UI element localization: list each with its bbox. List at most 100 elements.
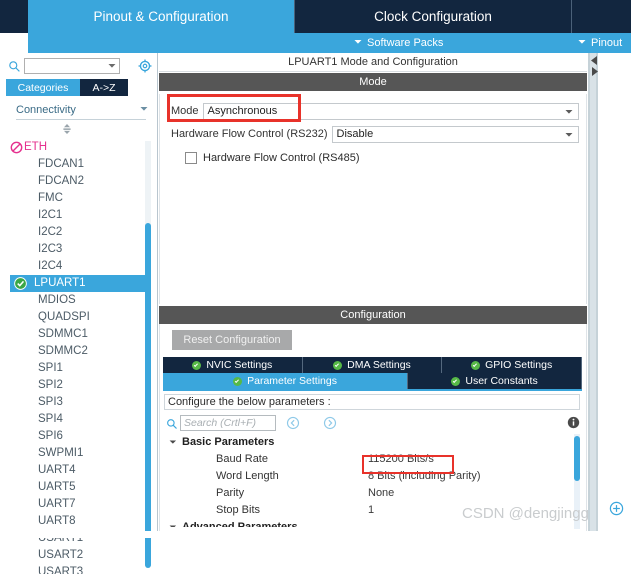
panel-title: LPUART1 Mode and Configuration bbox=[159, 53, 587, 72]
configuration-section-header: Configuration bbox=[159, 306, 587, 324]
chevron-down-icon: ⏷ bbox=[578, 37, 586, 48]
arrow-left-circle-icon[interactable] bbox=[286, 416, 300, 430]
sidebar-item-i2c3[interactable]: I2C3 bbox=[10, 241, 146, 258]
check-circle-icon bbox=[192, 360, 202, 370]
sidebar-scrollbar-thumb[interactable] bbox=[145, 223, 151, 568]
sidebar-item-usart2[interactable]: USART2 bbox=[10, 547, 146, 564]
parameter-value[interactable]: 8 Bits (including Parity) bbox=[368, 468, 481, 485]
sidebar-item-fdcan1[interactable]: FDCAN1 bbox=[10, 156, 146, 173]
rs485-row[interactable]: Hardware Flow Control (RS485) bbox=[185, 150, 360, 166]
tab-parameter-settings[interactable]: Parameter Settings bbox=[163, 373, 409, 389]
sidebar-item-spi1[interactable]: SPI1 bbox=[10, 360, 146, 377]
chevron-down-icon[interactable]: ⏷ bbox=[167, 519, 179, 527]
sidebar-item-uart8[interactable]: UART8 bbox=[10, 513, 146, 530]
tab-overflow-area[interactable] bbox=[572, 0, 631, 33]
subbar-left-stub bbox=[0, 33, 28, 53]
sidebar-search-input[interactable]: ⏷ bbox=[24, 58, 120, 74]
sidebar-item-fmc[interactable]: FMC bbox=[10, 190, 146, 207]
sidebar-view-tabs: Categories A->Z bbox=[6, 79, 156, 96]
group-connectivity[interactable]: Connectivity ⏷ bbox=[16, 101, 148, 119]
arrow-right-circle-icon[interactable] bbox=[323, 416, 337, 430]
parameter-search-input[interactable]: Search (Crtl+F) bbox=[180, 415, 276, 431]
sidebar-item-sdmmc2[interactable]: SDMMC2 bbox=[10, 343, 146, 360]
sidebar-item-uart5[interactable]: UART5 bbox=[10, 479, 146, 496]
tab-label: GPIO Settings bbox=[485, 359, 553, 371]
sidebar-item-sdmmc1[interactable]: SDMMC1 bbox=[10, 326, 146, 343]
tab-dma-settings[interactable]: DMA Settings bbox=[302, 357, 443, 373]
sidebar-item-spi6[interactable]: SPI6 bbox=[10, 428, 146, 445]
tab-nvic-settings[interactable]: NVIC Settings bbox=[163, 357, 303, 373]
sidebar-item-label: SPI4 bbox=[38, 413, 63, 425]
parameter-value[interactable]: 1 bbox=[368, 502, 374, 519]
tab-user-constants[interactable]: User Constants bbox=[408, 373, 582, 389]
sidebar-item-label: USART2 bbox=[38, 549, 84, 561]
search-icon bbox=[167, 419, 177, 429]
configure-note-label: Configure the below parameters : bbox=[168, 396, 331, 408]
parameter-row[interactable]: Parity None bbox=[164, 485, 580, 502]
flow-control-row: Hardware Flow Control (RS232) Disable ⏷ bbox=[171, 125, 579, 143]
sort-handle-icon[interactable] bbox=[60, 123, 74, 135]
parameter-scrollbar-thumb[interactable] bbox=[574, 436, 580, 481]
sidebar-item-spi3[interactable]: SPI3 bbox=[10, 394, 146, 411]
tab-categories[interactable]: Categories bbox=[6, 79, 80, 96]
info-icon[interactable] bbox=[567, 416, 580, 429]
sidebar-item-label: FDCAN2 bbox=[38, 175, 85, 187]
search-icon bbox=[9, 61, 20, 72]
sidebar-item-label: UART7 bbox=[38, 498, 76, 510]
sidebar-item-spi4[interactable]: SPI4 bbox=[10, 411, 146, 428]
chevron-down-icon: ⏷ bbox=[354, 37, 362, 48]
check-circle-icon bbox=[451, 376, 461, 386]
sidebar-item-swpmi1[interactable]: SWPMI1 bbox=[10, 445, 146, 462]
configure-note: Configure the below parameters : bbox=[164, 394, 580, 410]
tab-clock-configuration-label: Clock Configuration bbox=[374, 9, 492, 24]
sidebar-item-i2c2[interactable]: I2C2 bbox=[10, 224, 146, 241]
config-tabs-row2: Parameter Settings User Constants bbox=[163, 373, 582, 389]
parameter-value[interactable]: None bbox=[368, 485, 394, 502]
sidebar-item-label: ETH bbox=[24, 141, 47, 153]
tab-pinout-configuration[interactable]: Pinout & Configuration bbox=[28, 0, 294, 33]
chevron-down-icon: ⏷ bbox=[565, 106, 573, 118]
parameter-row[interactable]: Baud Rate 115200 Bits/s bbox=[164, 451, 580, 468]
config-tabs-row1: NVIC Settings DMA Settings GPIO Settings bbox=[163, 357, 582, 373]
flow-control-select[interactable]: Disable ⏷ bbox=[331, 125, 579, 143]
sidebar-item-mdios[interactable]: MDIOS bbox=[10, 292, 146, 309]
parameter-value[interactable]: 115200 Bits/s bbox=[368, 451, 434, 468]
flow-control-label: Hardware Flow Control (RS232) bbox=[171, 128, 328, 140]
tab-categories-label: Categories bbox=[17, 81, 69, 94]
tab-gpio-settings[interactable]: GPIO Settings bbox=[442, 357, 582, 373]
sidebar-item-label: I2C1 bbox=[38, 209, 63, 221]
mode-label: Mode bbox=[171, 105, 199, 117]
reset-configuration-button[interactable]: Reset Configuration bbox=[172, 330, 292, 350]
chevron-down-icon[interactable]: ⏷ bbox=[167, 434, 179, 451]
sidebar-item-uart4[interactable]: UART4 bbox=[10, 462, 146, 479]
peripheral-list[interactable]: ETH FDCAN1 FDCAN2 FMC I2C1 I2C2 I2C3 I2C4 LPUART… bbox=[10, 139, 146, 574]
software-packs-menu[interactable]: ⏷ Software Packs bbox=[354, 33, 443, 53]
gear-icon[interactable] bbox=[138, 59, 152, 73]
mode-section-header: Mode bbox=[159, 73, 587, 91]
sidebar-item-usart3[interactable]: USART3 bbox=[10, 564, 146, 574]
parameter-group-row[interactable]: ⏷ Basic Parameters bbox=[164, 434, 580, 451]
tab-clock-configuration[interactable]: Clock Configuration bbox=[294, 0, 572, 33]
add-circle-icon[interactable] bbox=[609, 501, 624, 516]
group-connectivity-label: Connectivity bbox=[16, 104, 76, 116]
sidebar-item-label: USART3 bbox=[38, 566, 84, 574]
configuration-panel: LPUART1 Mode and Configuration Mode Mode… bbox=[159, 53, 598, 531]
mode-select[interactable]: Asynchronous ⏷ bbox=[202, 102, 579, 120]
flow-control-select-value: Disable bbox=[336, 128, 374, 140]
sidebar-item-fdcan2[interactable]: FDCAN2 bbox=[10, 173, 146, 190]
sidebar-item-lpuart1[interactable]: LPUART1 bbox=[10, 275, 146, 292]
rs485-checkbox[interactable] bbox=[185, 152, 197, 164]
pinout-menu[interactable]: ⏷ Pinout bbox=[578, 33, 622, 53]
sidebar-item-uart7[interactable]: UART7 bbox=[10, 496, 146, 513]
sidebar-item-spi2[interactable]: SPI2 bbox=[10, 377, 146, 394]
sidebar-item-i2c4[interactable]: I2C4 bbox=[10, 258, 146, 275]
sidebar-item-eth[interactable]: ETH bbox=[10, 139, 146, 156]
configuration-section-body: Reset Configuration NVIC Settings DMA Set… bbox=[159, 324, 587, 531]
sidebar-item-i2c1[interactable]: I2C1 bbox=[10, 207, 146, 224]
sidebar-item-quadspi[interactable]: QUADSPI bbox=[10, 309, 146, 326]
sidebar-item-label: SDMMC2 bbox=[38, 345, 88, 357]
parameter-row[interactable]: Word Length 8 Bits (including Parity) bbox=[164, 468, 580, 485]
parameter-name: Parity bbox=[216, 487, 245, 499]
sidebar-item-label: UART4 bbox=[38, 464, 76, 476]
tab-a-to-z[interactable]: A->Z bbox=[80, 79, 128, 96]
